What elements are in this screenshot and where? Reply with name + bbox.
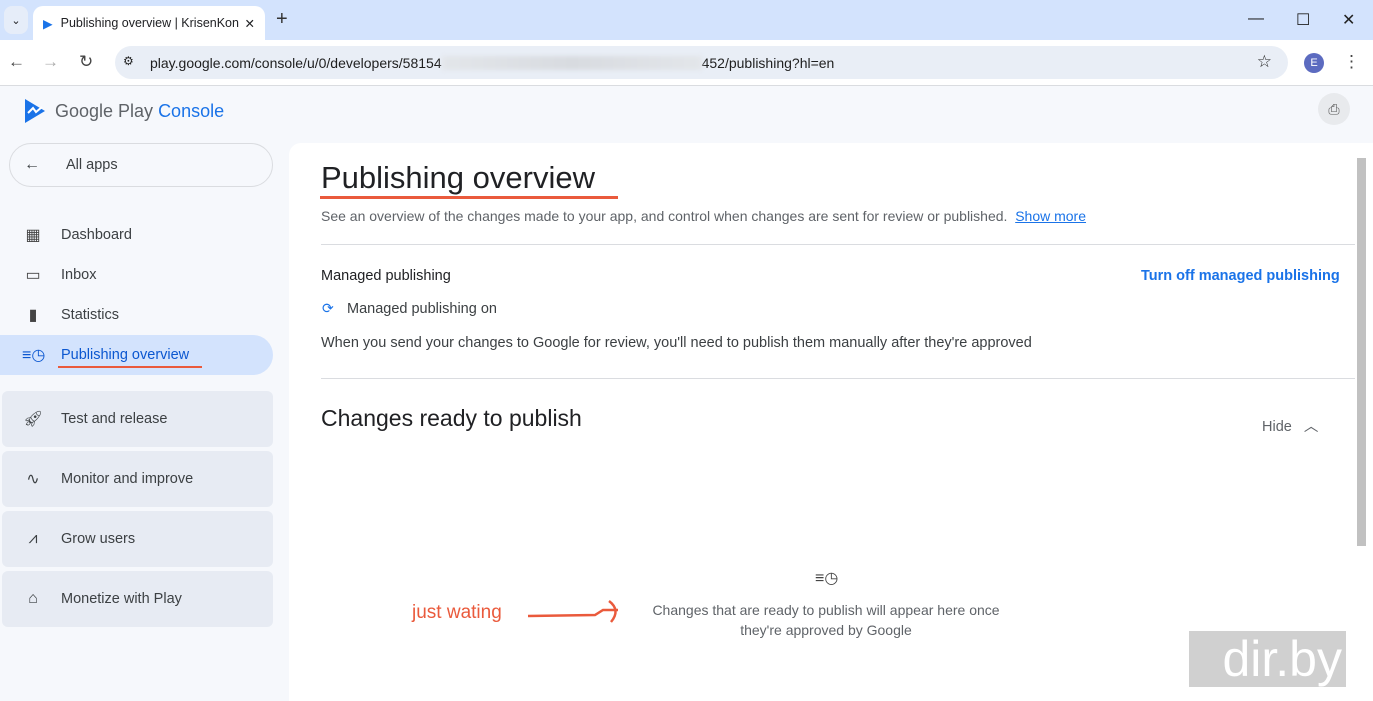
page-description: See an overview of the changes made to y… [321, 208, 1087, 224]
address-bar[interactable]: ⚙ play.google.com/console/u/0/developers… [115, 46, 1288, 79]
sidebar-item-inbox[interactable]: ▭ Inbox [0, 255, 273, 295]
annotation-underline [58, 366, 202, 368]
bookmark-star-icon[interactable]: ☆ [1257, 52, 1272, 72]
profile-avatar[interactable]: E [1304, 53, 1324, 73]
growth-chart-icon: ⩘ [28, 530, 38, 547]
url-suffix: 452/publishing?hl=en [701, 54, 835, 71]
inbox-icon: ▭ [25, 267, 41, 284]
back-button[interactable]: ← [8, 52, 25, 72]
sidebar-item-statistics[interactable]: ▮ Statistics [0, 295, 273, 335]
play-console-favicon-icon: ▶ [43, 16, 53, 31]
page-title: Publishing overview [321, 160, 595, 195]
sidebar-item-label: Dashboard [61, 227, 132, 243]
sidebar-group-label: Test and release [61, 411, 168, 427]
sync-icon: ⟳ [322, 300, 334, 316]
annotation-text: just wating [412, 602, 502, 623]
rocket-icon: 🚀︎ [22, 411, 44, 428]
maximize-button[interactable]: ☐ [1296, 10, 1310, 30]
logo-console-text: Console [158, 100, 225, 121]
sidebar-item-publishing-overview[interactable]: ≡◷ Publishing overview [0, 335, 273, 375]
show-more-link[interactable]: Show more [1015, 208, 1086, 224]
play-logo-icon [25, 99, 45, 123]
chevron-up-icon: ︿ [1303, 419, 1319, 435]
close-window-button[interactable]: ✕ [1342, 10, 1355, 30]
close-tab-icon[interactable]: ✕ [245, 16, 255, 31]
logo-text: Google Play [55, 100, 154, 121]
managed-publishing-heading: Managed publishing [321, 268, 451, 284]
all-apps-label: All apps [66, 157, 118, 173]
tab-title: Publishing overview | KrisenKon [60, 16, 239, 30]
managed-publishing-status: Managed publishing on [347, 301, 497, 317]
sidebar-group-monitor-and-improve[interactable]: ∿ Monitor and improve [2, 451, 273, 507]
sidebar-item-label: Statistics [61, 307, 120, 323]
play-console-logo[interactable]: Google Play Console [23, 98, 224, 124]
sidebar-item-dashboard[interactable]: ▦ Dashboard [0, 215, 273, 255]
bar-chart-icon: ▮ [28, 307, 38, 324]
changes-ready-heading: Changes ready to publish [321, 405, 582, 431]
hide-toggle[interactable]: Hide ︿ [1262, 415, 1318, 436]
turn-off-managed-publishing-link[interactable]: Turn off managed publishing [1141, 268, 1340, 284]
sidebar-item-label: Publishing overview [61, 347, 190, 363]
vitals-icon: ∿ [26, 471, 40, 488]
reload-button[interactable]: ↻ [79, 52, 93, 72]
publishing-schedule-icon: ≡◷ [815, 570, 839, 587]
sidebar-group-grow-users[interactable]: ⩘ Grow users [2, 511, 273, 567]
minimize-button[interactable]: — [1248, 10, 1264, 28]
sidebar-item-label: Inbox [61, 267, 97, 283]
sidebar-group-label: Monitor and improve [61, 471, 194, 487]
managed-publishing-description: When you send your changes to Google for… [321, 335, 1032, 351]
tag-icon: ⌂ [28, 590, 38, 607]
site-settings-icon[interactable]: ⚙ [123, 54, 134, 68]
sidebar-group-label: Grow users [61, 531, 136, 547]
dashboard-icon: ▦ [25, 227, 41, 244]
browser-tab[interactable]: ▶ Publishing overview | KrisenKon ✕ [33, 6, 265, 40]
hide-label: Hide [1262, 419, 1292, 435]
arrow-back-icon: ← [24, 156, 40, 173]
divider [321, 378, 1355, 379]
empty-state-message: Changes that are ready to publish will a… [652, 602, 1000, 638]
sidebar-group-test-and-release[interactable]: 🚀︎ Test and release [2, 391, 273, 447]
forward-button[interactable]: → [42, 52, 59, 72]
sidebar-group-monetize[interactable]: ⌂ Monetize with Play [2, 571, 273, 627]
annotation-arrow-icon [527, 600, 618, 623]
help-button[interactable]: ⎙ [1318, 93, 1350, 125]
tab-search-button[interactable]: ⌄ [4, 6, 28, 34]
annotation-underline [320, 196, 618, 199]
url-redacted [441, 55, 702, 70]
sidebar-group-label: Monetize with Play [61, 591, 182, 607]
publishing-schedule-icon: ≡◷ [22, 347, 46, 364]
new-tab-button[interactable]: + [276, 8, 288, 31]
url-prefix: play.google.com/console/u/0/developers/5… [150, 54, 442, 71]
divider [321, 244, 1355, 245]
all-apps-button[interactable]: ← All apps [9, 143, 273, 187]
watermark: dir.by [1189, 631, 1346, 687]
browser-menu-icon[interactable]: ⋮ [1343, 52, 1360, 72]
scrollbar[interactable] [1357, 158, 1366, 546]
